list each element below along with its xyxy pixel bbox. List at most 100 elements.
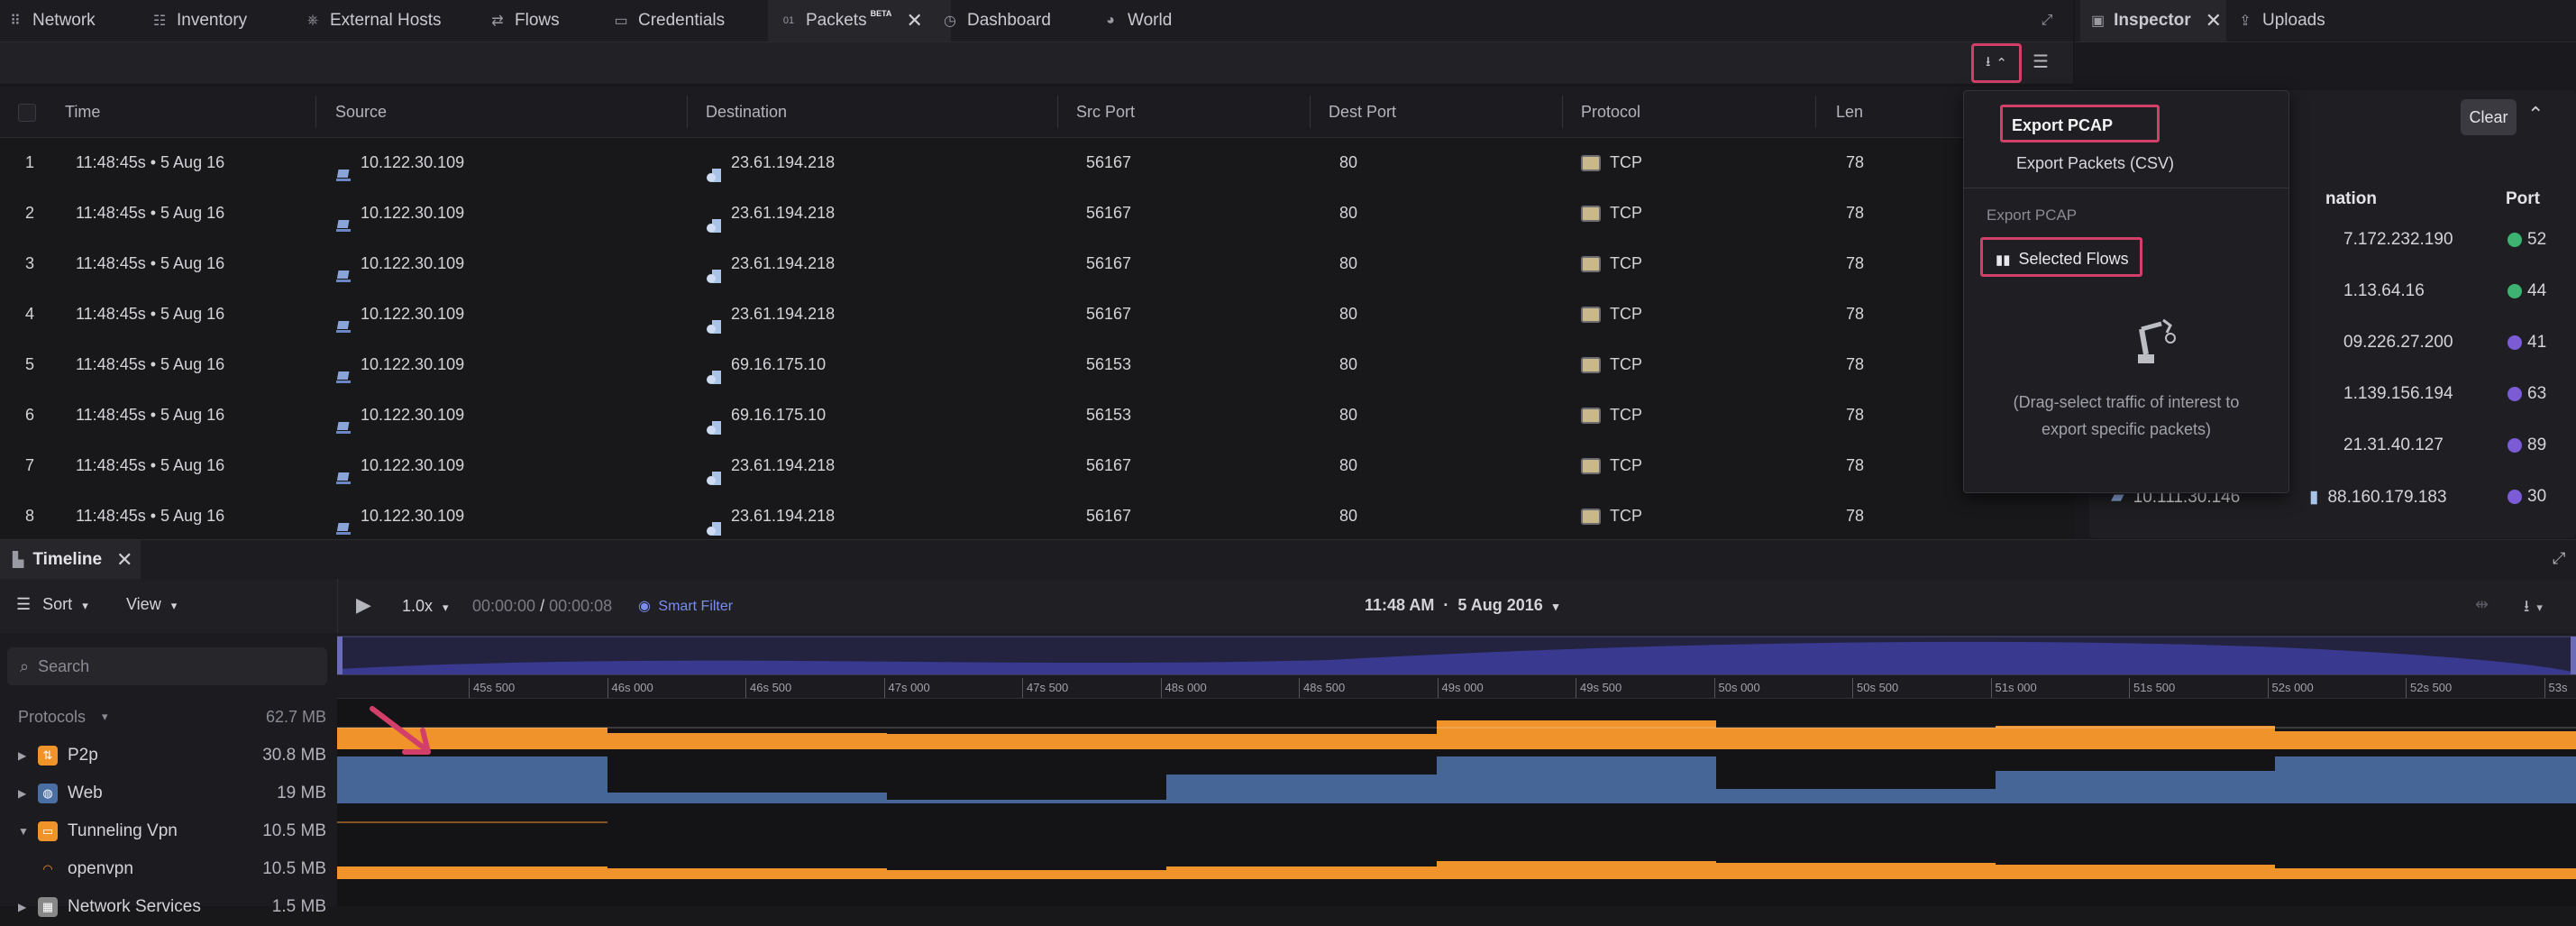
cell-src: 10.122.30.109 (335, 339, 464, 390)
openvpn-track (337, 861, 2576, 879)
clear-button[interactable]: Clear (2461, 99, 2517, 135)
table-row[interactable]: 6 11:48:45s • 5 Aug 16 10.122.30.109 69.16.… (0, 390, 2073, 440)
ruler-tick: 50s 500 (1852, 678, 1898, 698)
tab-inventory[interactable]: ☷ Inventory (151, 0, 247, 41)
inspector-destination: 21.31.40.127 (2343, 435, 2444, 454)
time-readout: 00:00:00 / 00:00:08 (472, 597, 613, 615)
protocol-row[interactable]: ▼ ▭ Tunneling Vpn 10.5 MB (0, 812, 337, 850)
speed-select[interactable]: 1.0x ▾ (402, 597, 449, 616)
cell-len: 78 (1846, 254, 1865, 272)
table-row[interactable]: 7 11:48:45s • 5 Aug 16 10.122.30.109 23.61.… (0, 440, 2073, 491)
col-time[interactable]: Time (65, 87, 100, 137)
tab-timeline[interactable]: ▙ Timeline ✕ (0, 540, 141, 580)
fit-range-icon[interactable]: ⇹ (2475, 595, 2489, 614)
tab-credentials[interactable]: ▭ Credentials (613, 0, 725, 41)
col-protocol[interactable]: Protocol (1581, 87, 1640, 137)
expand-caret-icon[interactable]: ▼ (18, 812, 29, 850)
table-row[interactable]: 4 11:48:45s • 5 Aug 16 10.122.30.109 23.61.… (0, 289, 2073, 339)
col-dest-port[interactable]: Dest Port (1329, 87, 1396, 137)
protocol-icon (1581, 155, 1601, 172)
close-tab-icon[interactable]: ✕ (906, 9, 922, 32)
search-icon: ⌕ (20, 656, 30, 675)
protocols-header[interactable]: Protocols ▾ 62.7 MB (0, 699, 337, 737)
column-settings-icon[interactable]: ☰ (2032, 50, 2049, 73)
timeline-download-button[interactable]: ⭳ ▾ (2524, 595, 2543, 622)
chevron-down-icon: ▾ (1552, 600, 1559, 613)
selected-flows-item[interactable]: ▮▮ Selected Flows (1980, 237, 2142, 277)
inspector-destination: 1.139.156.194 (2343, 384, 2453, 403)
protocol-icon: ◍ (38, 784, 58, 803)
protocol-icon (1581, 458, 1601, 475)
table-row[interactable]: 2 11:48:45s • 5 Aug 16 10.122.30.109 23.61.… (0, 188, 2073, 238)
expand-caret-icon[interactable]: ▶ (18, 775, 26, 812)
inspector-port: 30 (2507, 487, 2546, 507)
tab-dashboard[interactable]: ◷ Dashboard (942, 0, 1051, 41)
table-row[interactable]: 1 11:48:45s • 5 Aug 16 10.122.30.109 23.61.… (0, 137, 2073, 188)
cell-n: 4 (25, 305, 35, 323)
view-button[interactable]: View ▾ (126, 595, 177, 614)
expand-caret-icon[interactable]: ▶ (18, 888, 26, 926)
export-csv-item[interactable]: Export Packets (CSV) (2016, 154, 2174, 173)
tunneling-track (337, 821, 2576, 823)
cell-proto: TCP (1581, 390, 1642, 440)
cell-sport: 56167 (1086, 507, 1132, 525)
tab-world[interactable]: ◕ World (1102, 0, 1172, 41)
expand-timeline-icon[interactable]: ⤢ (2553, 549, 2565, 568)
tab-inspector[interactable]: ▣ Inspector ✕ (2080, 0, 2226, 41)
cell-sport: 56167 (1086, 456, 1132, 474)
tab-packets[interactable]: 01 Packets BETA ✕ (768, 0, 951, 41)
annotation-arrow (370, 706, 431, 755)
smart-filter-button[interactable]: ◉ Smart Filter (638, 597, 733, 615)
close-inspector-icon[interactable]: ✕ (2206, 9, 2222, 32)
ruler-tick: 49s 000 (1437, 678, 1484, 698)
cell-dport: 80 (1339, 406, 1358, 424)
search-input[interactable]: ⌕ Search (7, 647, 327, 685)
protocol-icon (1581, 307, 1601, 324)
network-icon: ⠿ (10, 14, 21, 29)
cell-src: 10.122.30.109 (335, 188, 464, 238)
expand-icon[interactable]: ⤢ (2039, 0, 2055, 41)
cell-time: 11:48:45s • 5 Aug 16 (76, 456, 225, 474)
play-icon[interactable]: ▶ (356, 593, 371, 617)
tab-uploads[interactable]: ⇪ Uploads (2237, 0, 2325, 41)
protocol-row[interactable]: ◠ openvpn 10.5 MB (0, 850, 337, 888)
chevron-up-icon: ⌃ (1996, 56, 2007, 71)
export-pcap-item[interactable]: Export PCAP (2000, 105, 2160, 142)
protocol-row[interactable]: ▶ ⇅ P2p 30.8 MB (0, 737, 337, 775)
close-timeline-icon[interactable]: ✕ (116, 548, 132, 572)
check-circle-icon: ◉ (638, 599, 651, 614)
laptop-icon (335, 205, 353, 233)
cell-time: 11:48:45s • 5 Aug 16 (76, 507, 225, 525)
expand-caret-icon[interactable]: ▶ (18, 737, 26, 775)
tab-external-hosts[interactable]: ⎈ External Hosts (305, 0, 442, 41)
overview-traffic-curve (336, 636, 2576, 675)
cell-n: 2 (25, 204, 35, 222)
table-row[interactable]: 8 11:48:45s • 5 Aug 16 10.122.30.109 23.61.… (0, 491, 2073, 541)
col-len[interactable]: Len (1836, 87, 1863, 137)
right-tab-bar: ▣ Inspector ✕ ⇪ Uploads (2075, 0, 2576, 42)
tab-flows[interactable]: ⇄ Flows (489, 0, 559, 41)
date-select[interactable]: 11:48 AM · 5 Aug 2016 ▾ (1365, 596, 1558, 615)
ruler-tick: 47s 000 (883, 678, 930, 698)
col-src-port[interactable]: Src Port (1076, 87, 1135, 137)
cell-time: 11:48:45s • 5 Aug 16 (76, 204, 225, 222)
cell-proto: TCP (1581, 289, 1642, 339)
timeline-tracks[interactable] (337, 699, 2576, 906)
status-dot-icon (2507, 232, 2522, 247)
timeline-icon: ▙ (13, 553, 24, 568)
chevron-up-icon[interactable]: ⌃ (2527, 103, 2544, 126)
sort-button[interactable]: ☰ Sort ▾ (16, 595, 88, 614)
table-row[interactable]: 5 11:48:45s • 5 Aug 16 10.122.30.109 69.16.… (0, 339, 2073, 390)
export-download-button[interactable]: ⭳ ⌃ (1971, 43, 2022, 83)
cell-proto: TCP (1581, 339, 1642, 390)
table-row[interactable]: 3 11:48:45s • 5 Aug 16 10.122.30.109 23.61.… (0, 238, 2073, 289)
col-destination[interactable]: Destination (706, 87, 787, 137)
tab-network[interactable]: ⠿ Network (7, 0, 96, 41)
protocol-row[interactable]: ▶ ◍ Web 19 MB (0, 775, 337, 812)
col-source[interactable]: Source (335, 87, 387, 137)
protocol-traffic-bars (337, 720, 2576, 879)
select-all-checkbox[interactable] (18, 104, 36, 122)
protocol-row[interactable]: ▶ ▦ Network Services 1.5 MB (0, 888, 337, 926)
protocol-icon (1581, 408, 1601, 425)
timeline-overview[interactable] (336, 633, 2576, 678)
